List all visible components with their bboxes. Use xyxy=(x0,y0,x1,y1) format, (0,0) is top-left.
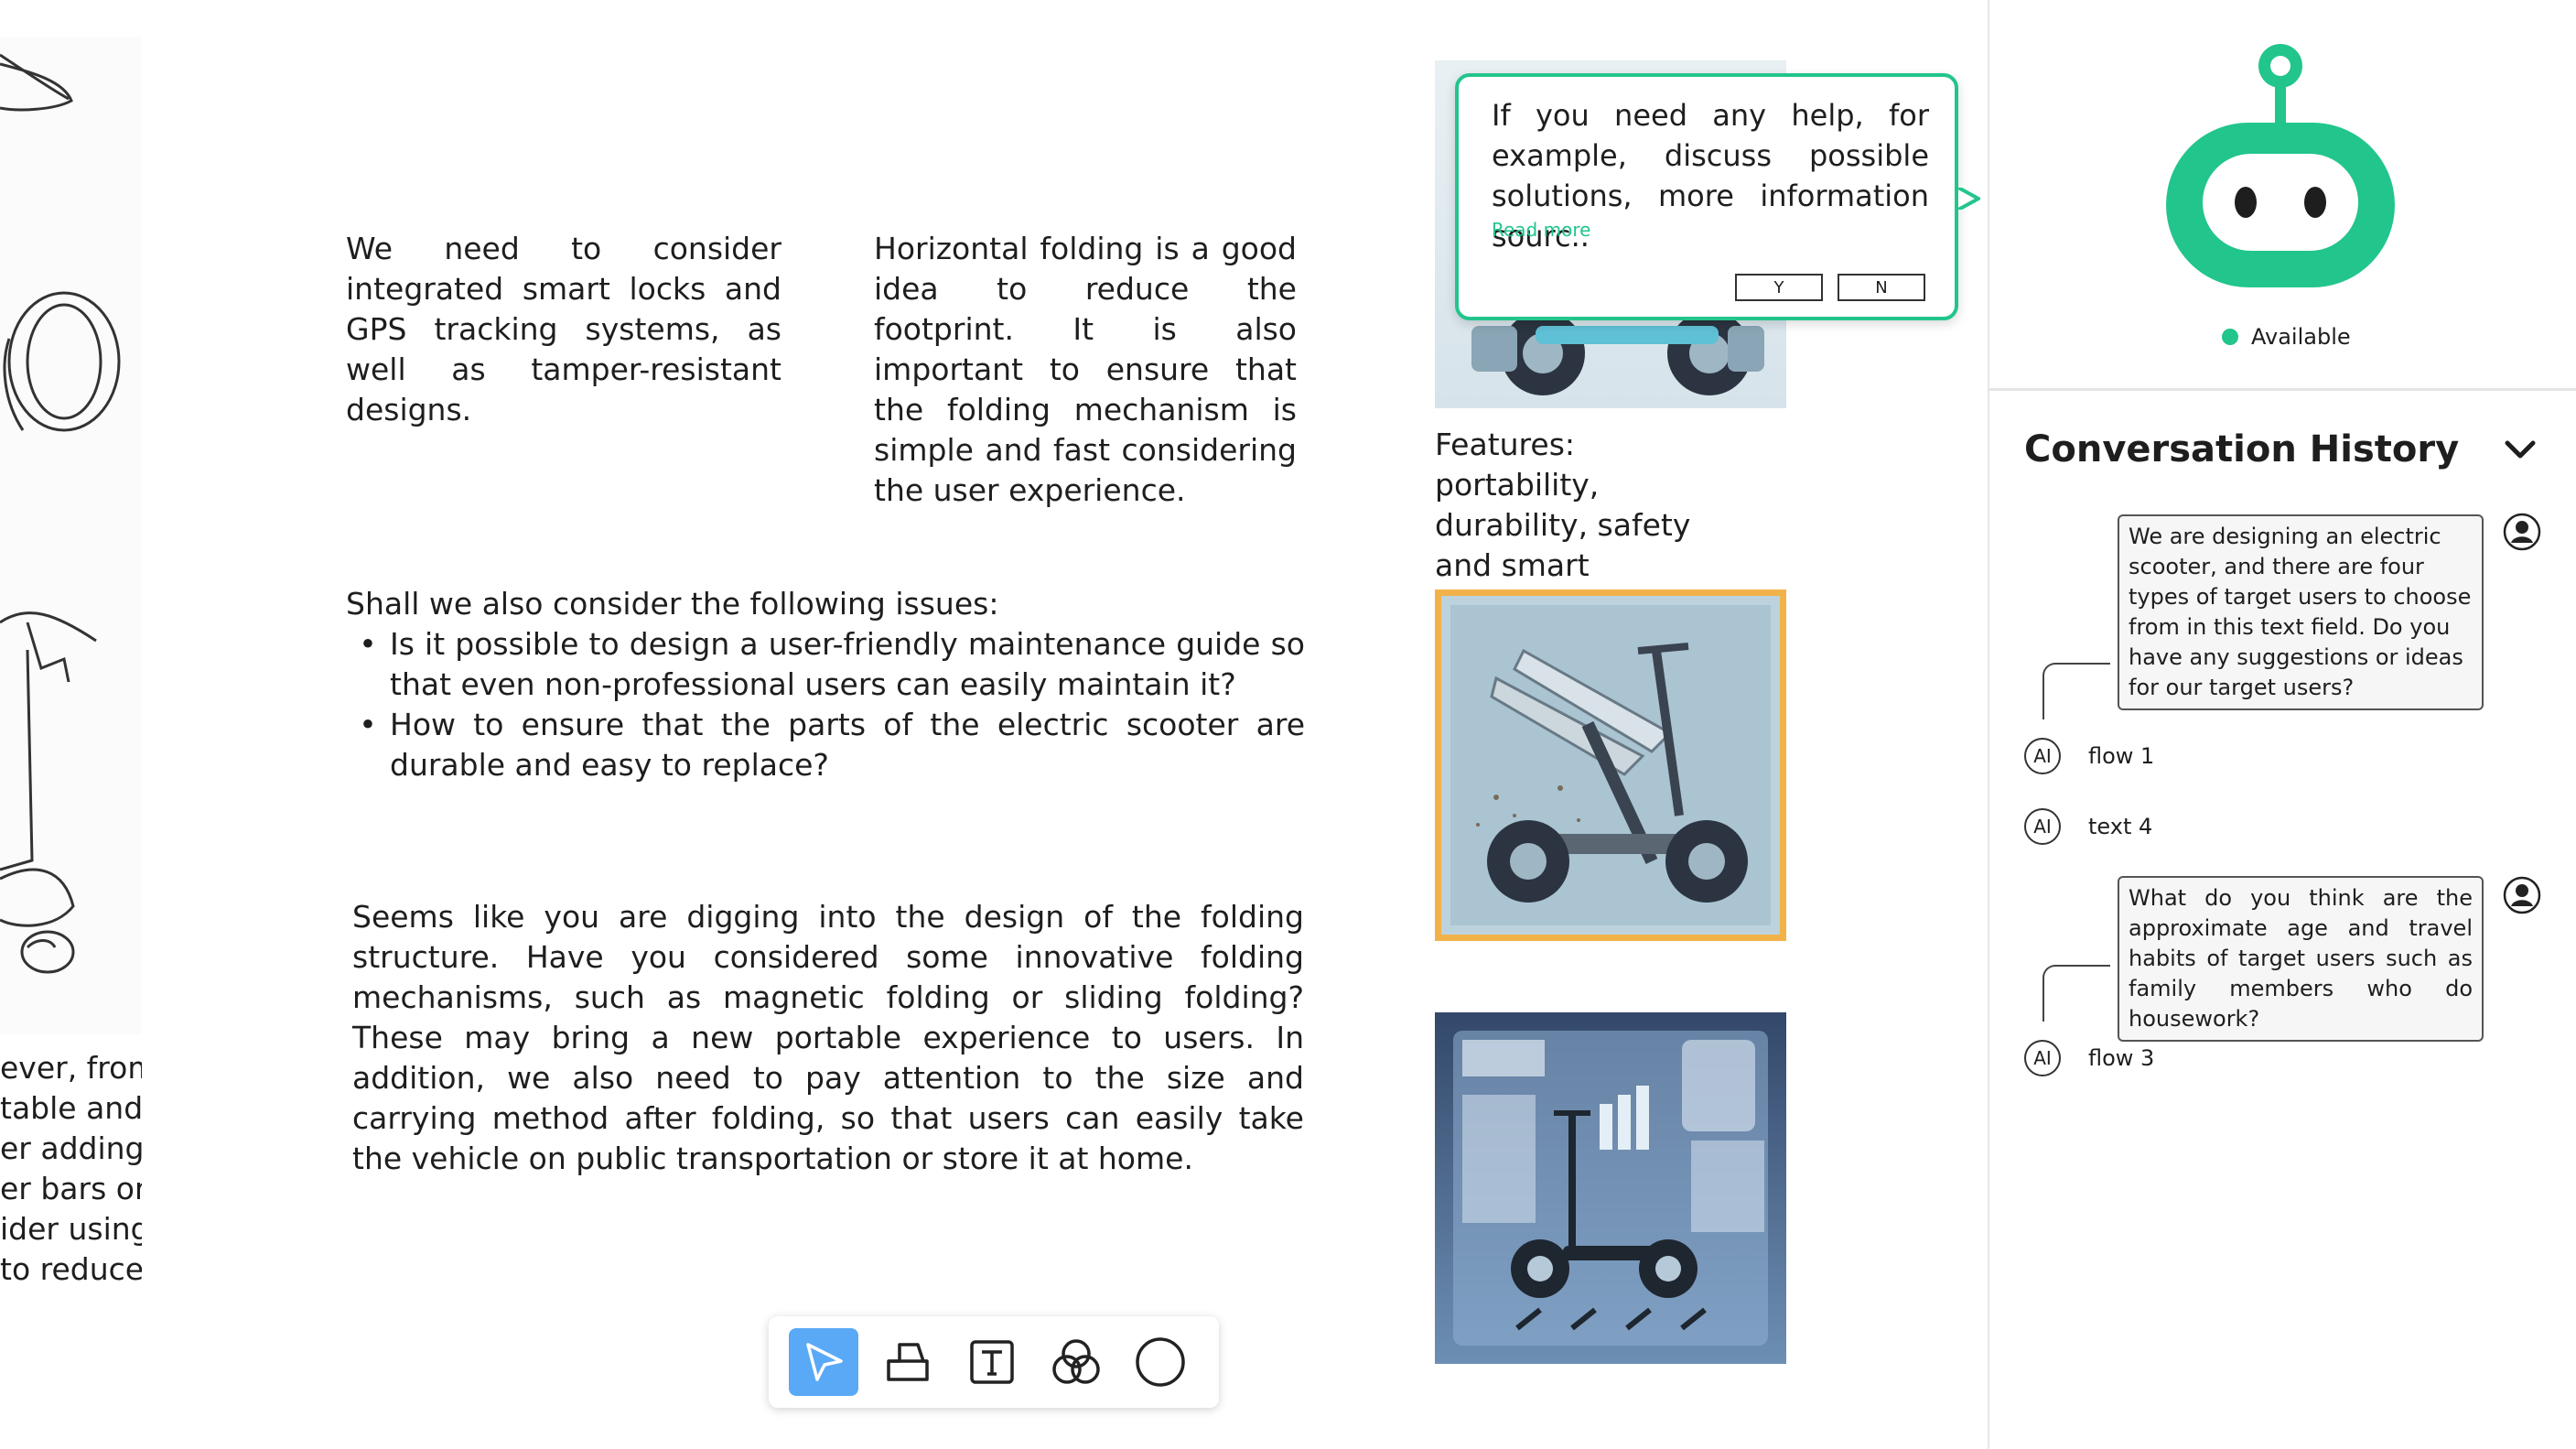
select-tool-button[interactable] xyxy=(789,1328,858,1396)
status-label: Available xyxy=(2251,324,2351,350)
status-dot xyxy=(2222,329,2238,345)
text-tool-button[interactable] xyxy=(957,1328,1027,1396)
ai-response-label[interactable]: flow 3 xyxy=(2088,1045,2154,1071)
thread-connector xyxy=(2042,663,2110,719)
issue-item: • How to ensure that the parts of the el… xyxy=(346,705,1305,785)
ai-response-label[interactable]: text 4 xyxy=(2088,814,2152,839)
bullet: • xyxy=(359,626,377,662)
circle-tool-button[interactable] xyxy=(1126,1328,1195,1396)
robot-avatar-icon xyxy=(2166,44,2395,287)
yes-button[interactable]: Y xyxy=(1735,274,1823,301)
note-folding-structure[interactable]: Seems like you are digging into the desi… xyxy=(352,897,1304,1179)
user-message[interactable]: We are designing an electric scooter, an… xyxy=(2118,514,2484,710)
cut-off-note: ever, from table and er adding er bars o… xyxy=(0,1050,142,1287)
assistant-status: Available xyxy=(2222,324,2351,350)
select-arrow-icon xyxy=(806,1343,843,1381)
note-smart-locks[interactable]: We need to consider integrated smart loc… xyxy=(346,229,781,430)
thread-connector xyxy=(2042,965,2110,1022)
no-button[interactable]: N xyxy=(1838,274,1925,301)
ai-badge: AI xyxy=(2024,808,2061,845)
text-tool-icon xyxy=(970,1340,1014,1384)
scooter-sketch xyxy=(0,53,121,974)
scooter-image-selected[interactable] xyxy=(1435,589,1786,941)
chevron-down-icon[interactable] xyxy=(2502,438,2538,463)
ai-response-label[interactable]: flow 1 xyxy=(2088,743,2154,769)
shape-icon xyxy=(887,1343,929,1381)
drawing-toolbar xyxy=(769,1316,1219,1408)
shape-tool-button[interactable] xyxy=(873,1328,943,1396)
user-avatar-icon xyxy=(2503,513,2541,551)
folding-scooter-illustration xyxy=(1441,596,1780,935)
user-message[interactable]: What do you think are the approximate ag… xyxy=(2118,876,2484,1042)
note-issues[interactable]: Shall we also consider the following iss… xyxy=(346,584,1305,785)
note-horizontal-folding[interactable]: Horizontal folding is a good idea to red… xyxy=(874,229,1297,511)
bullet: • xyxy=(359,707,377,742)
issue-item: • Is it possible to design a user-friend… xyxy=(346,624,1305,705)
user-avatar-icon xyxy=(2503,876,2541,914)
sketch-panel[interactable] xyxy=(0,37,142,1034)
assistant-popup: If you need any help, for example, discu… xyxy=(1455,73,1958,320)
history-title: Conversation History xyxy=(2024,428,2460,470)
ai-badge: AI xyxy=(2024,738,2061,774)
ai-badge: AI xyxy=(2024,1040,2061,1076)
panel-divider xyxy=(1988,388,2576,391)
read-more-link[interactable]: Read more xyxy=(1492,219,1590,241)
issues-intro: Shall we also consider the following iss… xyxy=(346,586,999,622)
scooter-infographic-illustration xyxy=(1453,1031,1768,1346)
merge-tool-button[interactable] xyxy=(1041,1328,1111,1396)
circle-icon xyxy=(1136,1337,1185,1387)
scooter-image-infographic[interactable] xyxy=(1435,1012,1786,1364)
overlap-circles-icon xyxy=(1052,1339,1100,1384)
popup-pointer xyxy=(1958,188,1980,210)
